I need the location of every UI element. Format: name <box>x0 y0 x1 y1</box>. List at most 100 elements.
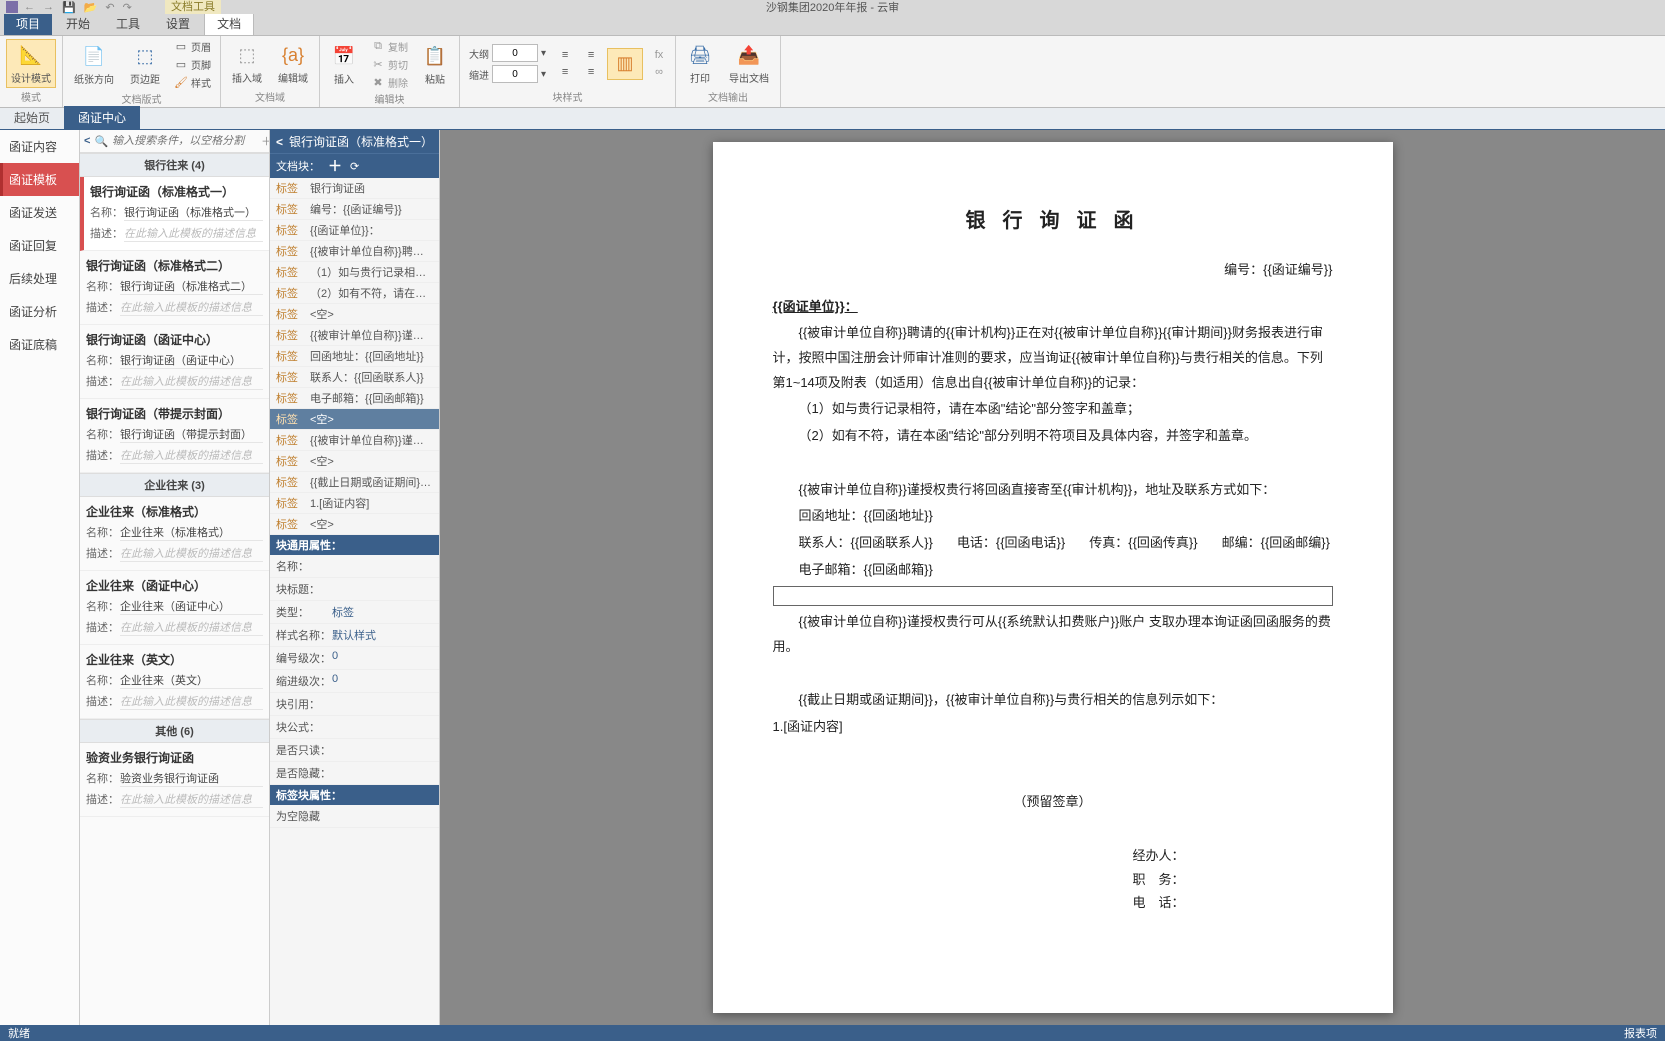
page-orient-button[interactable]: 📄纸张方向 <box>69 40 119 89</box>
pagetab-start[interactable]: 起始页 <box>0 106 64 129</box>
block-item[interactable]: 标签{{被审计单位自称}}谨授… <box>270 430 439 451</box>
style-button[interactable]: 🖌样式 <box>171 74 214 91</box>
template-category[interactable]: 其他 (6) <box>80 719 269 743</box>
link-button[interactable]: ∞ <box>649 64 669 80</box>
contextual-tool-tab[interactable]: 文档工具 <box>165 0 221 14</box>
block-item[interactable]: 标签银行询证函 <box>270 178 439 199</box>
block-property-row[interactable]: 编号级次：0 <box>270 647 439 670</box>
template-card[interactable]: 验资业务银行询证函名称：验资业务银行询证函描述：在此输入此模板的描述信息 <box>80 743 269 817</box>
block-item[interactable]: 标签联系人：{{回函联系人}} <box>270 367 439 388</box>
block-property-row[interactable]: 类型：标签 <box>270 601 439 624</box>
block-item[interactable]: 标签<空> <box>270 304 439 325</box>
template-card[interactable]: 企业往来（函证中心）名称：企业往来（函证中心）描述：在此输入此模板的描述信息 <box>80 571 269 645</box>
template-name-value[interactable]: 企业往来（英文） <box>120 672 263 689</box>
prop-value[interactable]: 默认样式 <box>332 627 433 643</box>
tab-document[interactable]: 文档 <box>204 11 254 35</box>
template-name-value[interactable]: 企业往来（函证中心） <box>120 598 263 615</box>
block-property-row[interactable]: 块标题： <box>270 578 439 601</box>
block-item[interactable]: 标签电子邮箱：{{回函邮箱}} <box>270 388 439 409</box>
template-desc-value[interactable]: 在此输入此模板的描述信息 <box>120 693 263 710</box>
nav-confirm-analysis[interactable]: 函证分析 <box>0 295 79 328</box>
align-center-button[interactable]: ≡ <box>555 64 575 80</box>
block-property-row[interactable]: 是否隐藏： <box>270 762 439 785</box>
block-item[interactable]: 标签回函地址：{{回函地址}} <box>270 346 439 367</box>
footer-button[interactable]: ▭页脚 <box>171 56 214 73</box>
nav-confirm-template[interactable]: 函证模板 <box>0 163 79 196</box>
template-card[interactable]: 企业往来（英文）名称：企业往来（英文）描述：在此输入此模板的描述信息 <box>80 645 269 719</box>
template-search-input[interactable] <box>112 135 255 147</box>
template-card[interactable]: 银行询证函（函证中心）名称：银行询证函（函证中心）描述：在此输入此模板的描述信息 <box>80 325 269 399</box>
nav-confirm-content[interactable]: 函证内容 <box>0 130 79 163</box>
header-button[interactable]: ▭页眉 <box>171 38 214 55</box>
template-desc-value[interactable]: 在此输入此模板的描述信息 <box>120 447 263 464</box>
prop-value[interactable]: 0 <box>332 673 433 689</box>
template-desc-value[interactable]: 在此输入此模板的描述信息 <box>124 225 263 242</box>
tpl-back-icon[interactable]: < <box>84 135 90 147</box>
block-property-row[interactable]: 块公式： <box>270 716 439 739</box>
block-property-row[interactable]: 缩进级次：0 <box>270 670 439 693</box>
qat-back-icon[interactable]: ← <box>24 1 35 14</box>
block-item[interactable]: 标签<空> <box>270 451 439 472</box>
pagetab-confirm-center[interactable]: 函证中心 <box>64 106 140 129</box>
block-item[interactable]: 标签{{被审计单位自称}}谨授… <box>270 325 439 346</box>
tab-tools[interactable]: 工具 <box>104 12 152 35</box>
document-viewport[interactable]: 银 行 询 证 函 编号：{{函证编号}} {{函证单位}}： {{被审计单位自… <box>440 130 1665 1025</box>
prop-value[interactable] <box>332 558 433 574</box>
print-button[interactable]: 🖨打印 <box>682 39 718 88</box>
export-doc-button[interactable]: 📤导出文档 <box>724 39 774 88</box>
template-desc-value[interactable]: 在此输入此模板的描述信息 <box>120 545 263 562</box>
prop-value[interactable] <box>332 765 433 781</box>
status-right[interactable]: 报表项 <box>1624 1025 1657 1041</box>
indent-level-input[interactable] <box>492 65 538 83</box>
prop-value[interactable]: 0 <box>332 650 433 666</box>
block-refresh-icon[interactable]: ⟳ <box>350 160 359 173</box>
qat-redo-icon[interactable]: ↷ <box>123 1 132 14</box>
template-category[interactable]: 银行往来 (4) <box>80 153 269 177</box>
align-right-button[interactable]: ≡ <box>581 47 601 63</box>
nav-confirm-draft[interactable]: 函证底稿 <box>0 328 79 361</box>
template-desc-value[interactable]: 在此输入此模板的描述信息 <box>120 299 263 316</box>
outline-level-input[interactable] <box>492 44 538 62</box>
prop-value[interactable] <box>332 742 433 758</box>
add-block-icon[interactable]: ＋ <box>328 156 342 176</box>
template-card[interactable]: 企业往来（标准格式）名称：企业往来（标准格式）描述：在此输入此模板的描述信息 <box>80 497 269 571</box>
nav-confirm-send[interactable]: 函证发送 <box>0 196 79 229</box>
template-name-value[interactable]: 银行询证函（标准格式二） <box>120 278 263 295</box>
prop-value[interactable] <box>332 719 433 735</box>
block-item[interactable]: 标签（1）如与贵行记录相… <box>270 262 439 283</box>
block-property-row[interactable]: 块引用： <box>270 693 439 716</box>
template-category[interactable]: 企业往来 (3) <box>80 473 269 497</box>
nav-followup[interactable]: 后续处理 <box>0 262 79 295</box>
template-desc-value[interactable]: 在此输入此模板的描述信息 <box>120 619 263 636</box>
align-justify-button[interactable]: ≡ <box>581 64 601 80</box>
tab-project[interactable]: 项目 <box>4 12 52 35</box>
block-item[interactable]: 标签{{函证单位}}： <box>270 220 439 241</box>
prop-value[interactable] <box>332 808 433 824</box>
template-card[interactable]: 银行询证函（标准格式二）名称：银行询证函（标准格式二）描述：在此输入此模板的描述… <box>80 251 269 325</box>
template-desc-value[interactable]: 在此输入此模板的描述信息 <box>120 791 263 808</box>
qat-open-icon[interactable]: 📂 <box>84 1 98 14</box>
tab-settings[interactable]: 设置 <box>154 12 202 35</box>
block-item[interactable]: 标签编号：{{函证编号}} <box>270 199 439 220</box>
qat-forward-icon[interactable]: → <box>43 1 54 14</box>
align-left-button[interactable]: ≡ <box>555 47 575 63</box>
page-margin-button[interactable]: ⬚页边距 <box>125 40 165 89</box>
template-desc-value[interactable]: 在此输入此模板的描述信息 <box>120 373 263 390</box>
block-property-row[interactable]: 是否只读： <box>270 739 439 762</box>
template-name-value[interactable]: 验资业务银行询证函 <box>120 770 263 787</box>
template-card[interactable]: 银行询证函（带提示封面）名称：银行询证函（带提示封面）描述：在此输入此模板的描述… <box>80 399 269 473</box>
block-item[interactable]: 标签{{被审计单位自称}}聘请… <box>270 241 439 262</box>
edit-field-button[interactable]: {a}编辑域 <box>273 39 313 88</box>
tab-start[interactable]: 开始 <box>54 12 102 35</box>
cut-button[interactable]: ✂剪切 <box>368 56 411 73</box>
nav-confirm-reply[interactable]: 函证回复 <box>0 229 79 262</box>
template-card[interactable]: 银行询证函（标准格式一）名称：银行询证函（标准格式一）描述：在此输入此模板的描述… <box>80 177 269 251</box>
block-item[interactable]: 标签（2）如有不符，请在… <box>270 283 439 304</box>
copy-button[interactable]: ⧉复制 <box>368 38 411 55</box>
block-item[interactable]: 标签{{截止日期或函证期间}}… <box>270 472 439 493</box>
template-name-value[interactable]: 银行询证函（带提示封面） <box>120 426 263 443</box>
block-item[interactable]: 标签1.[函证内容] <box>270 493 439 514</box>
block-property-row[interactable]: 名称： <box>270 555 439 578</box>
insert-field-button[interactable]: ⬚插入域 <box>227 39 267 88</box>
design-mode-button[interactable]: 📐 设计模式 <box>6 39 56 88</box>
